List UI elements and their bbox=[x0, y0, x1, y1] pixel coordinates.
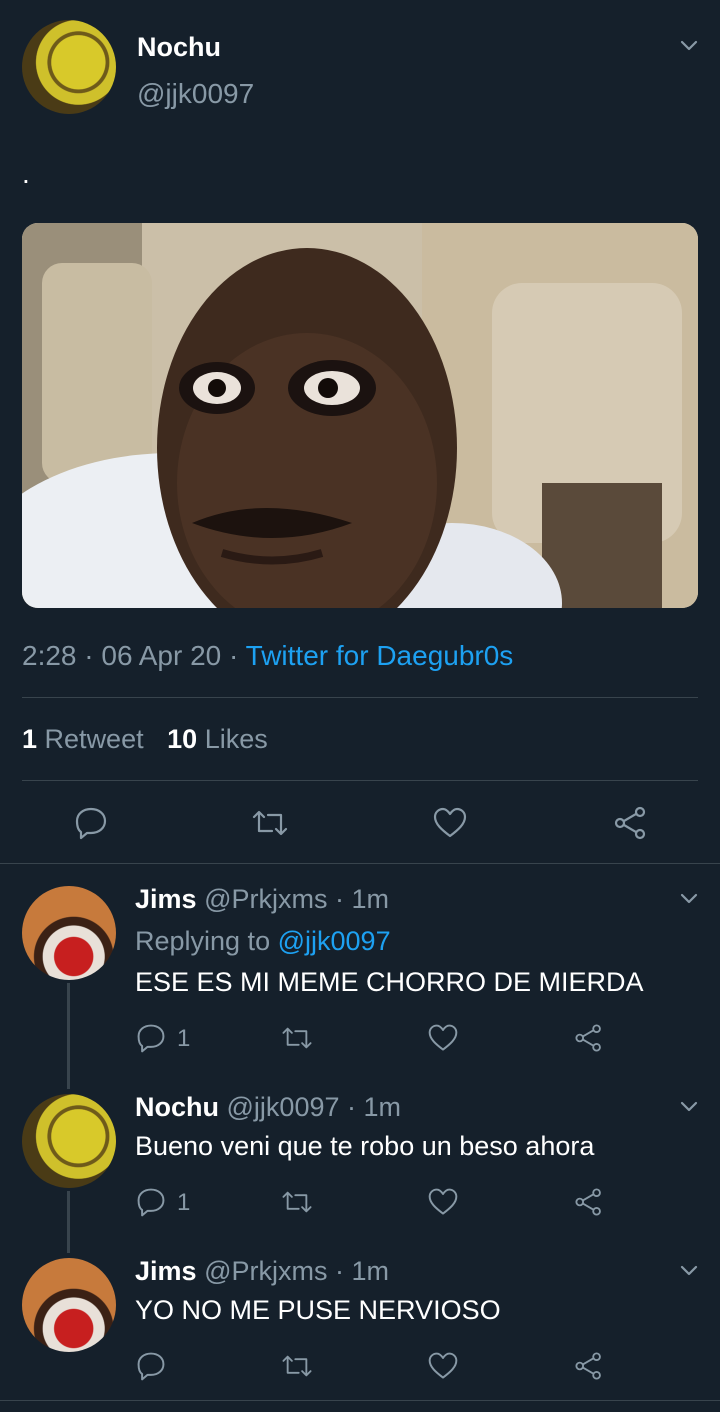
replying-to-handle[interactable]: @jjk0097 bbox=[278, 926, 391, 956]
reply-text: Bueno veni que te robo un beso ahora bbox=[135, 1131, 595, 1161]
tweet-text: . bbox=[22, 158, 30, 189]
reply-count: 1 bbox=[177, 1189, 191, 1216]
reply-icon[interactable] bbox=[135, 1186, 167, 1223]
reply-handle-time[interactable]: @Prkjxms · 1m bbox=[204, 884, 389, 914]
reply-text: YO NO ME PUSE NERVIOSO bbox=[135, 1295, 501, 1325]
reply-icon[interactable] bbox=[135, 1350, 167, 1387]
heart-icon[interactable] bbox=[427, 1350, 459, 1387]
chevron-down-icon[interactable] bbox=[680, 889, 698, 912]
reply-author-name[interactable]: Jims bbox=[135, 1256, 197, 1286]
retweet-icon[interactable] bbox=[280, 1350, 314, 1387]
divider bbox=[22, 697, 698, 698]
reply-avatar[interactable] bbox=[22, 1094, 116, 1188]
reply-count: 1 bbox=[177, 1025, 191, 1052]
tweet-stats: 1 Retweet 10 Likes bbox=[22, 724, 268, 755]
tweet-media-photo[interactable] bbox=[22, 223, 698, 608]
share-icon[interactable] bbox=[573, 1022, 605, 1059]
likes-stat[interactable]: 10 Likes bbox=[167, 724, 268, 754]
author-handle[interactable]: @jjk0097 bbox=[137, 78, 254, 110]
retweet-count: 1 bbox=[22, 724, 38, 754]
tweet-meta: 2:28 · 06 Apr 20 · Twitter for Daegubr0s bbox=[22, 640, 513, 672]
share-icon[interactable] bbox=[573, 1350, 605, 1387]
divider bbox=[0, 863, 720, 864]
reply-author-name[interactable]: Nochu bbox=[135, 1092, 219, 1122]
reply-header: Nochu @jjk0097 · 1m bbox=[135, 1092, 401, 1123]
retweet-icon[interactable] bbox=[250, 805, 290, 846]
replying-to: Replying to @jjk0097 bbox=[135, 926, 391, 957]
author-avatar[interactable] bbox=[22, 20, 116, 114]
reply-avatar[interactable] bbox=[22, 886, 116, 980]
heart-icon[interactable] bbox=[432, 805, 468, 846]
share-icon[interactable] bbox=[573, 1186, 605, 1223]
divider bbox=[0, 1400, 720, 1401]
retweet-icon[interactable] bbox=[280, 1022, 314, 1059]
replying-to-label: Replying to bbox=[135, 926, 271, 956]
reply-author-name[interactable]: Jims bbox=[135, 884, 197, 914]
reply-avatar[interactable] bbox=[22, 1258, 116, 1352]
reply-header: Jims @Prkjxms · 1m bbox=[135, 1256, 389, 1287]
retweet-icon[interactable] bbox=[280, 1186, 314, 1223]
thread-line bbox=[67, 983, 70, 1089]
heart-icon[interactable] bbox=[427, 1022, 459, 1059]
chevron-down-icon[interactable] bbox=[680, 1097, 698, 1120]
retweet-label: Retweet bbox=[44, 724, 144, 754]
tweet-client-link[interactable]: Twitter for Daegubr0s bbox=[246, 640, 514, 671]
reply-header: Jims @Prkjxms · 1m bbox=[135, 884, 389, 915]
chevron-down-icon[interactable] bbox=[680, 36, 698, 59]
retweets-stat[interactable]: 1 Retweet bbox=[22, 724, 151, 754]
reply-handle-time[interactable]: @Prkjxms · 1m bbox=[204, 1256, 389, 1286]
reply-icon[interactable] bbox=[135, 1022, 167, 1059]
like-label: Likes bbox=[204, 724, 268, 754]
reply-handle-time[interactable]: @jjk0097 · 1m bbox=[227, 1092, 401, 1122]
tweet-timestamp[interactable]: 2:28 · 06 Apr 20 · bbox=[22, 640, 238, 671]
thread-line bbox=[67, 1191, 70, 1253]
chevron-down-icon[interactable] bbox=[680, 1261, 698, 1284]
reply-icon[interactable] bbox=[73, 805, 109, 846]
author-name[interactable]: Nochu bbox=[137, 32, 221, 63]
reply-text: ESE ES MI MEME CHORRO DE MIERDA bbox=[135, 967, 644, 997]
divider bbox=[22, 780, 698, 781]
like-count: 10 bbox=[167, 724, 198, 754]
share-icon[interactable] bbox=[612, 805, 650, 846]
heart-icon[interactable] bbox=[427, 1186, 459, 1223]
